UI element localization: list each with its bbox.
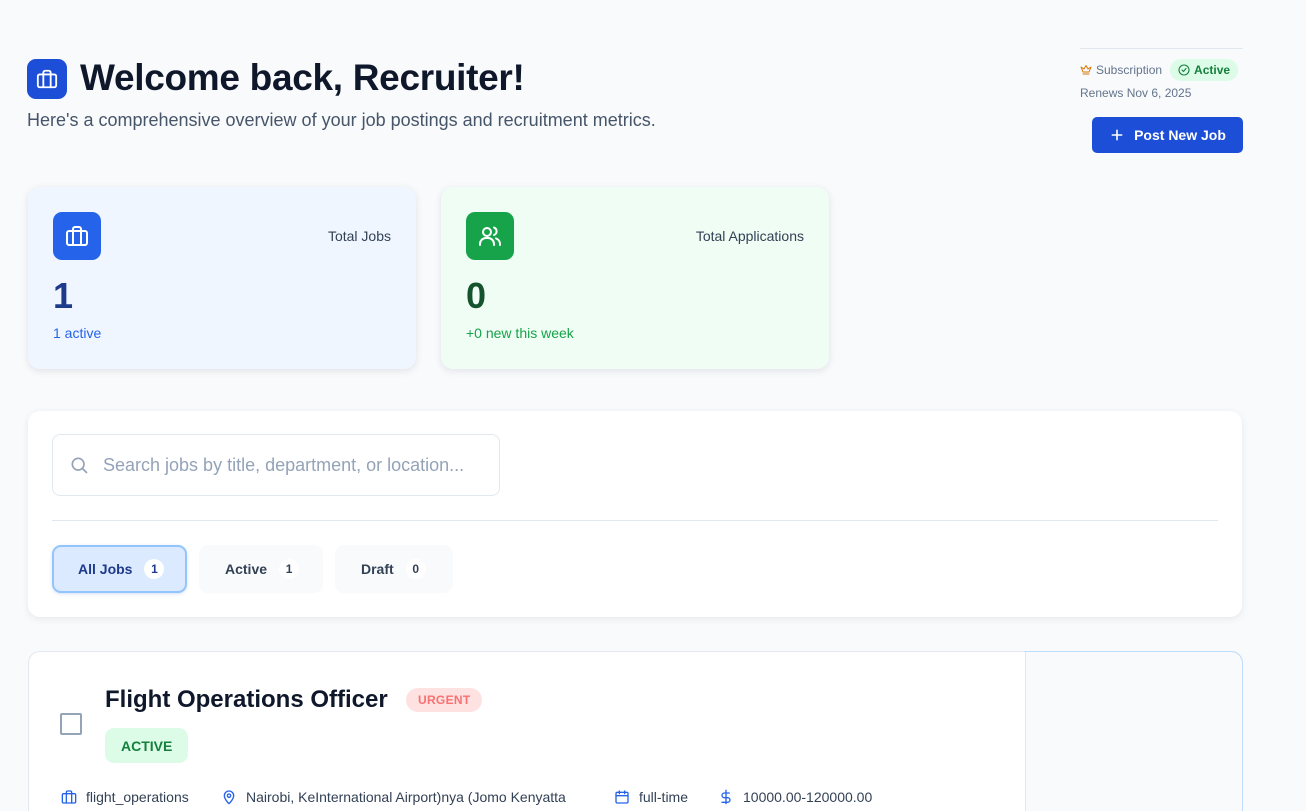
- briefcase-icon: [53, 212, 101, 260]
- tab-count: 0: [405, 559, 426, 579]
- stat-note: +0 new this week: [466, 325, 574, 341]
- divider: [52, 520, 1218, 521]
- job-department-text: flight_operations: [86, 789, 189, 805]
- page-subtitle: Here's a comprehensive overview of your …: [27, 110, 656, 130]
- stat-value: 1: [53, 275, 74, 316]
- subscription-status: Subscription Active: [1080, 59, 1239, 81]
- tab-draft[interactable]: Draft 0: [335, 545, 453, 593]
- crown-icon: [1080, 65, 1092, 75]
- job-type-text: full-time: [639, 789, 689, 805]
- stat-value: 0: [466, 275, 487, 316]
- subscription-label: Subscription: [1096, 63, 1163, 77]
- page-title: Welcome back, Recruiter!: [80, 57, 525, 98]
- subscription-divider: [1080, 48, 1243, 49]
- subscription-badge: Active: [1170, 59, 1239, 81]
- job-type: full-time: [614, 789, 688, 805]
- post-new-job-label: Post New Job: [1134, 127, 1226, 143]
- map-pin-icon: [223, 790, 235, 805]
- priority-badge: URGENT: [406, 688, 483, 712]
- stat-card-total-applications: Total Applications 0 +0 new this week: [441, 187, 829, 369]
- job-salary: 10000.00-120000.00: [718, 789, 872, 805]
- job-title[interactable]: Flight Operations Officer: [105, 686, 388, 714]
- plus-icon: [1111, 129, 1123, 141]
- renewal-date: Renews Nov 6, 2025: [1080, 86, 1192, 100]
- check-circle-icon: [1178, 64, 1190, 76]
- search-input[interactable]: [103, 454, 493, 476]
- stat-label: Total Applications: [695, 228, 804, 244]
- tab-count: 1: [144, 559, 165, 579]
- job-salary-text: 10000.00-120000.00: [743, 789, 873, 805]
- briefcase-icon: [61, 790, 77, 804]
- search-icon: [71, 457, 88, 474]
- job-department: flight_operations: [61, 789, 189, 805]
- status-badge: ACTIVE: [105, 728, 189, 763]
- briefcase-icon: [27, 59, 67, 99]
- job-select-checkbox[interactable]: [60, 713, 82, 735]
- calendar-icon: [615, 790, 629, 804]
- tab-count: 1: [279, 559, 300, 579]
- tab-all-jobs[interactable]: All Jobs 1: [52, 545, 187, 593]
- tab-active[interactable]: Active 1: [199, 545, 323, 593]
- job-location: Nairobi, KeInternational Airport)nya (Jo…: [221, 789, 566, 805]
- search-box[interactable]: [52, 434, 500, 496]
- stat-label: Total Jobs: [327, 228, 391, 244]
- tab-label: Draft: [361, 561, 394, 577]
- job-location-text: Nairobi, KeInternational Airport)nya (Jo…: [246, 789, 566, 805]
- subscription-status-text: Active: [1194, 63, 1231, 77]
- users-icon: [466, 212, 514, 260]
- post-new-job-button[interactable]: Post New Job: [1092, 117, 1243, 153]
- job-card[interactable]: Flight Operations Officer URGENT ACTIVE …: [28, 651, 1243, 811]
- stat-card-total-jobs: Total Jobs 1 1 active: [28, 187, 416, 369]
- filter-panel: All Jobs 1 Active 1 Draft 0: [28, 411, 1242, 617]
- dollar-icon: [721, 789, 731, 805]
- tab-label: Active: [225, 561, 268, 577]
- tab-label: All Jobs: [78, 561, 133, 577]
- job-card-actions-panel: [1025, 652, 1242, 811]
- stat-note: 1 active: [53, 325, 102, 341]
